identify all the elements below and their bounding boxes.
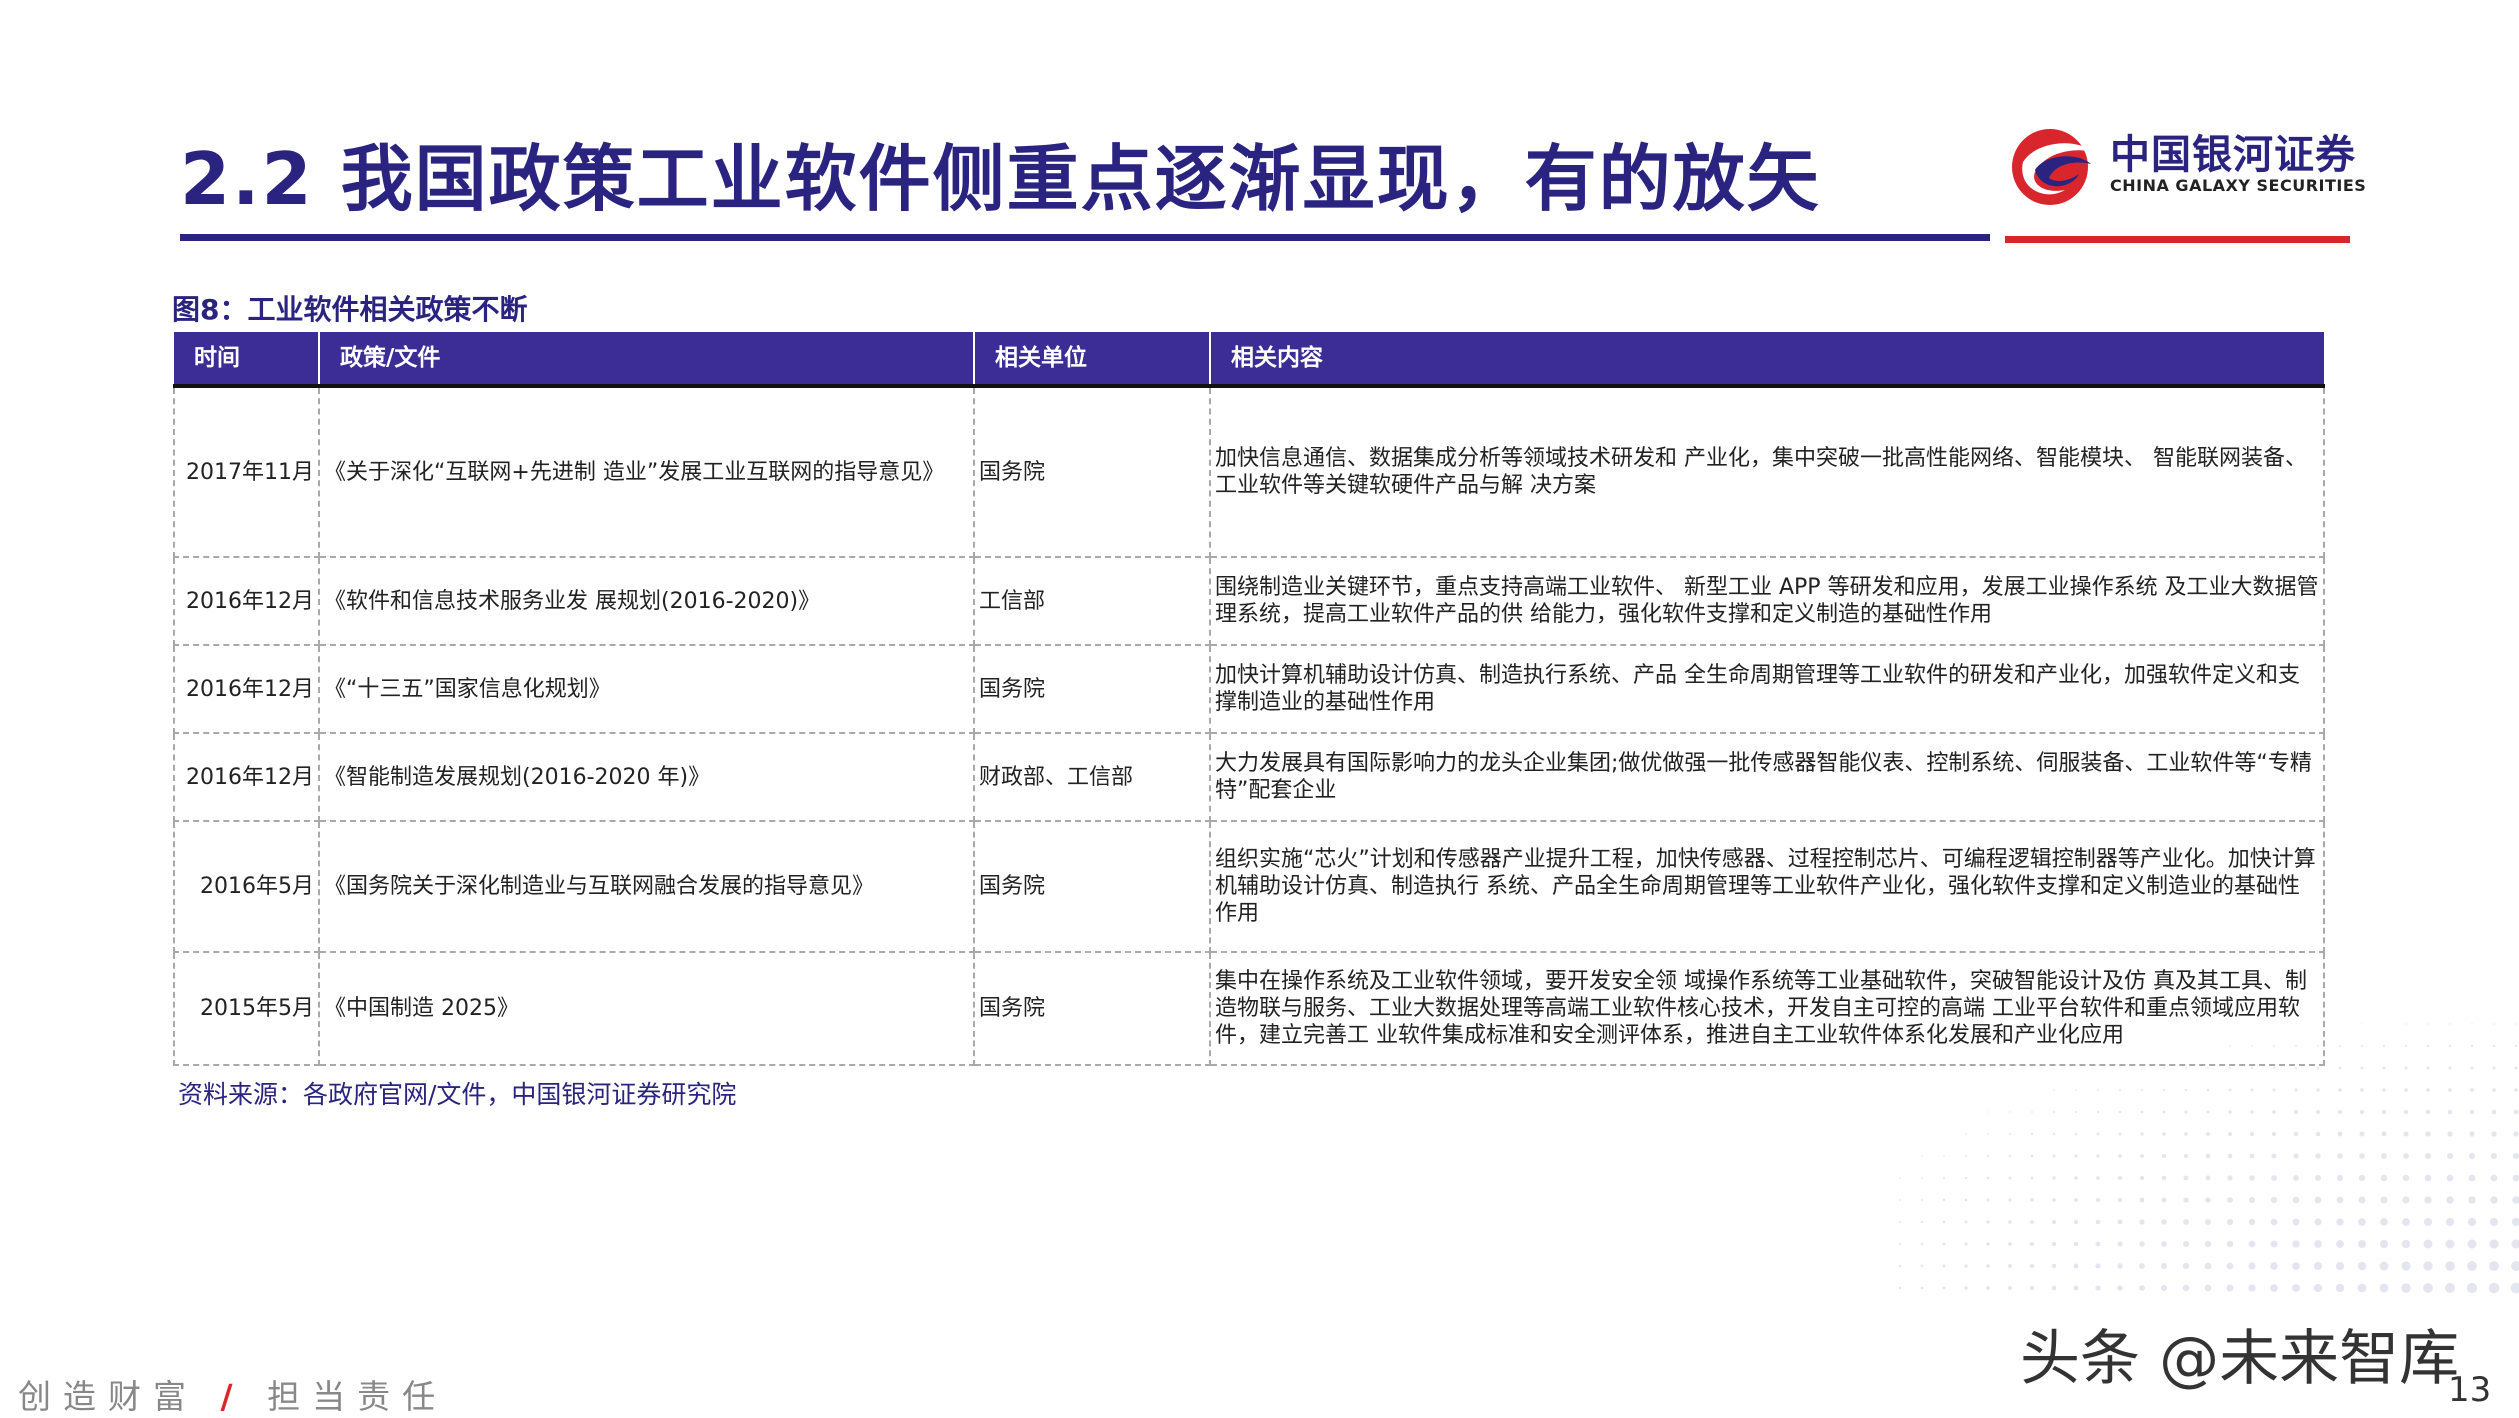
cell-time: 2015年5月 <box>173 951 320 1066</box>
cell-content: 组织实施“芯火”计划和传感器产业提升工程，加快传感器、过程控制芯片、可编程逻辑控… <box>1209 820 2325 953</box>
cell-policy: 《软件和信息技术服务业发 展规划(2016-2020)》 <box>318 556 975 646</box>
slogan-right: 担当责任 <box>267 1377 448 1416</box>
column-header-content: 相关内容 <box>1209 332 2324 388</box>
cell-unit: 工信部 <box>973 556 1211 646</box>
cell-content: 加快计算机辅助设计仿真、制造执行系统、产品 全生命周期管理等工业软件的研发和产业… <box>1209 644 2325 734</box>
table-row: 2016年12月 《“十三五”国家信息化规划》 国务院 加快计算机辅助设计仿真、… <box>173 644 2325 734</box>
column-header-policy: 政策/文件 <box>318 332 974 388</box>
cell-time: 2016年12月 <box>173 732 320 822</box>
cell-content: 加快信息通信、数据集成分析等领域技术研发和 产业化，集中突破一批高性能网络、智能… <box>1209 385 2325 558</box>
table-row: 2016年12月 《软件和信息技术服务业发 展规划(2016-2020)》 工信… <box>173 556 2325 646</box>
company-logo: 中国银河证券 CHINA GALAXY SECURITIES <box>2005 122 2366 212</box>
slogan-separator: / <box>220 1377 245 1416</box>
table-row: 2015年5月 《中国制造 2025》 国务院 集中在操作系统及工业软件领域，要… <box>173 951 2325 1066</box>
cell-unit: 国务院 <box>973 951 1211 1066</box>
cell-content: 大力发展具有国际影响力的龙头企业集团;做优做强一批传感器智能仪表、控制系统、伺服… <box>1209 732 2325 822</box>
slogan-left: 创造财富 <box>18 1377 198 1416</box>
cell-time: 2016年5月 <box>173 820 320 953</box>
cell-policy: 《关于深化“互联网+先进制 造业”发展工业互联网的指导意见》 <box>318 385 975 558</box>
header-rule-red <box>2005 236 2350 243</box>
cell-policy: 《国务院关于深化制造业与互联网融合发展的指导意见》 <box>318 820 975 953</box>
cell-unit: 国务院 <box>973 385 1211 558</box>
galaxy-swirl-icon <box>2012 129 2093 205</box>
watermark: 头条 @未来智库 <box>2020 1324 2460 1394</box>
cell-unit: 国务院 <box>973 644 1211 734</box>
cell-time: 2016年12月 <box>173 556 320 646</box>
cell-time: 2017年11月 <box>173 385 320 558</box>
table-row: 2016年5月 《国务院关于深化制造业与互联网融合发展的指导意见》 国务院 组织… <box>173 820 2325 953</box>
page-number: 13 <box>2448 1370 2492 1410</box>
table-header-row: 时间 政策/文件 相关单位 相关内容 <box>174 332 2324 388</box>
table-row: 2016年12月 《智能制造发展规划(2016-2020 年)》 财政部、工信部… <box>173 732 2325 822</box>
table-row: 2017年11月 《关于深化“互联网+先进制 造业”发展工业互联网的指导意见》 … <box>173 385 2325 558</box>
column-header-time: 时间 <box>174 332 319 388</box>
cell-content: 集中在操作系统及工业软件领域，要开发安全领 域操作系统等工业基础软件，突破智能设… <box>1209 951 2325 1066</box>
footer-slogan: 创造财富 / 担当责任 <box>18 1370 447 1418</box>
cell-policy: 《中国制造 2025》 <box>318 951 975 1066</box>
column-header-unit: 相关单位 <box>973 332 1210 388</box>
cell-unit: 国务院 <box>973 820 1211 953</box>
page-title: 2.2 我国政策工业软件侧重点逐渐显现，有的放矢 <box>180 137 1821 221</box>
header-rule-blue <box>180 234 1990 241</box>
logo-text-cn: 中国银河证券 <box>2110 132 2356 178</box>
cell-policy: 《“十三五”国家信息化规划》 <box>318 644 975 734</box>
cell-unit: 财政部、工信部 <box>973 732 1211 822</box>
cell-content: 围绕制造业关键环节，重点支持高端工业软件、 新型工业 APP 等研发和应用，发展… <box>1209 556 2325 646</box>
cell-time: 2016年12月 <box>173 644 320 734</box>
cell-policy: 《智能制造发展规划(2016-2020 年)》 <box>318 732 975 822</box>
logo-text-en: CHINA GALAXY SECURITIES <box>2110 176 2367 195</box>
figure-caption: 图8：工业软件相关政策不断 <box>172 293 528 326</box>
policy-table: 时间 政策/文件 相关单位 相关内容 2017年11月 《关于深化“互联网+先进… <box>173 332 2325 1066</box>
source-note: 资料来源：各政府官网/文件，中国银河证券研究院 <box>178 1080 737 1109</box>
